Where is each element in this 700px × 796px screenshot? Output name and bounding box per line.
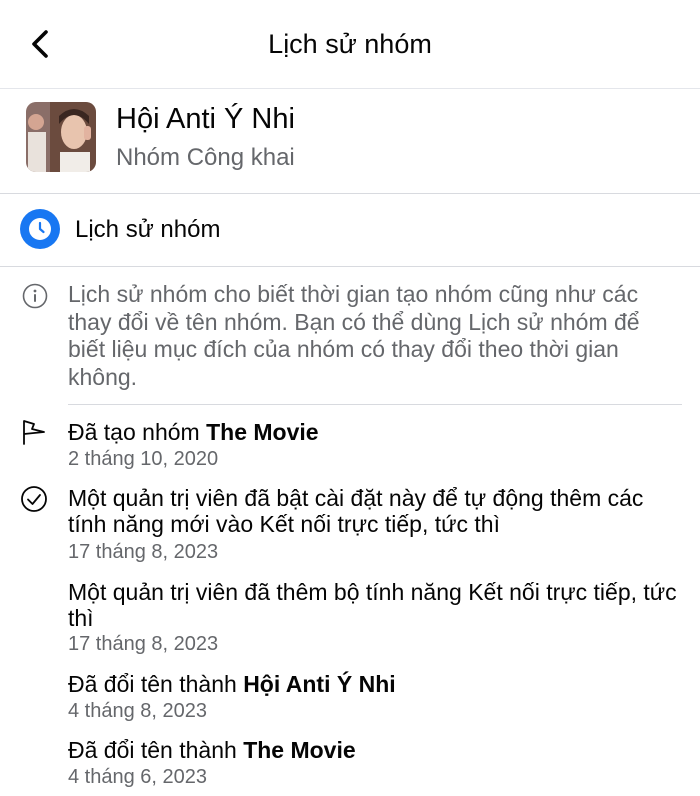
history-text: Đã đổi tên thành The Movie bbox=[68, 737, 356, 763]
clock-icon bbox=[20, 209, 60, 249]
check-circle-icon bbox=[21, 486, 47, 512]
history-text: Đã tạo nhóm The Movie bbox=[68, 419, 319, 445]
flag-icon bbox=[23, 420, 45, 445]
info-text: Lịch sử nhóm cho biết thời gian tạo nhóm… bbox=[68, 281, 640, 390]
history-date: 4 tháng 6, 2023 bbox=[68, 766, 208, 788]
divider bbox=[68, 404, 682, 405]
section-group-history: Lịch sử nhóm bbox=[0, 194, 700, 267]
history-date: 17 tháng 8, 2023 bbox=[68, 633, 219, 655]
info-block: Lịch sử nhóm cho biết thời gian tạo nhóm… bbox=[0, 267, 700, 405]
history-date: 17 tháng 8, 2023 bbox=[68, 541, 219, 563]
history-text: Một quản trị viên đã bật cài đặt này để … bbox=[68, 485, 644, 537]
group-avatar[interactable] bbox=[26, 102, 96, 172]
history-text: Một quản trị viên đã thêm bộ tính năng K… bbox=[68, 579, 677, 631]
info-icon bbox=[22, 283, 48, 309]
group-privacy: Nhóm Công khai bbox=[116, 144, 295, 171]
group-header[interactable]: Hội Anti Ý Nhi Nhóm Công khai bbox=[0, 89, 700, 194]
section-label: Lịch sử nhóm bbox=[75, 216, 221, 243]
history-text: Đã đổi tên thành Hội Anti Ý Nhi bbox=[68, 671, 396, 697]
group-name[interactable]: Hội Anti Ý Nhi bbox=[116, 103, 295, 136]
page-title: Lịch sử nhóm bbox=[268, 29, 432, 59]
group-photo-icon bbox=[26, 102, 96, 172]
history-date: 2 tháng 10, 2020 bbox=[68, 448, 219, 470]
top-bar: Lịch sử nhóm bbox=[0, 0, 700, 89]
history-date: 4 tháng 8, 2023 bbox=[68, 700, 208, 722]
